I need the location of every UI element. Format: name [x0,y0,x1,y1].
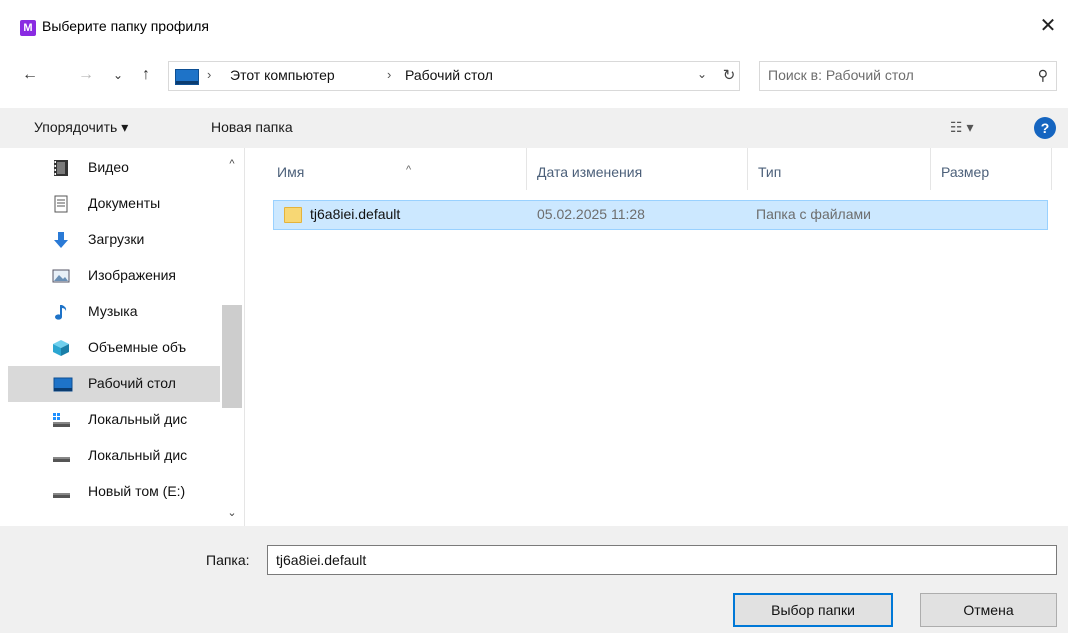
back-button[interactable]: ← [18,62,42,88]
sidebar-item-desktop[interactable]: Рабочий стол [8,366,220,402]
navigation-pane: Видео Документы Загрузки Изображения Муз… [0,148,245,526]
view-options-icon[interactable]: ☷ ▾ [950,119,973,136]
sidebar-item-new-volume-e[interactable]: Новый том (E:) [8,474,220,510]
file-date: 05.02.2025 11:28 [537,206,645,222]
sidebar-item-label: Локальный дис [88,411,188,427]
downloads-icon [54,232,68,248]
sidebar-item-label: Документы [88,195,161,211]
up-button[interactable]: ↑ [134,62,158,88]
music-icon [55,305,67,320]
column-header-label: Тип [758,164,782,180]
breadcrumb-desktop[interactable]: Рабочий стол [405,67,493,83]
search-box[interactable]: ⚲ [759,61,1057,91]
column-header-label: Дата изменения [537,164,643,180]
column-divider[interactable] [930,148,931,190]
sidebar-item-label: Рабочий стол [88,375,176,391]
column-header-type[interactable]: Тип [758,148,930,196]
app-icon: M [20,20,36,36]
desktop-icon [53,377,73,392]
search-icon[interactable]: ⚲ [1038,67,1048,84]
table-row[interactable]: tj6a8iei.default 05.02.2025 11:28 Папка … [273,200,1048,230]
column-header-label: Имя [277,164,305,180]
sidebar-item-label: Музыка [88,303,138,319]
sort-ascending-icon: ^ [406,164,412,176]
forward-button[interactable]: → [74,62,98,88]
sidebar-item-label: Объемные объ [88,339,187,355]
title-bar: M Выберите папку профиля ✕ [0,0,1068,52]
address-dropdown-icon[interactable]: ⌄ [697,67,707,81]
select-folder-button[interactable]: Выбор папки [733,593,893,627]
column-divider[interactable] [747,148,748,190]
navigation-bar: ← → ⌄ ↑ › Этот компьютер › Рабочий стол … [0,52,1068,98]
column-header-label: Размер [941,164,990,180]
sidebar-item-local-disk-d[interactable]: Локальный дис [8,438,220,474]
sidebar-item-pictures[interactable]: Изображения [8,258,220,294]
organize-button[interactable]: Упорядочить ▾ [34,119,128,136]
drive-icon [53,493,70,498]
sidebar-item-label: Загрузки [88,231,145,247]
computer-icon [175,69,199,85]
pictures-icon [52,269,70,283]
3d-objects-icon [53,340,69,356]
scrollbar-thumb[interactable] [222,305,242,408]
sidebar-item-label: Новый том (E:) [88,483,186,499]
folder-icon [284,207,302,223]
sidebar-item-label: Видео [88,159,129,175]
breadcrumb-separator: › [387,67,392,82]
sidebar-item-downloads[interactable]: Загрузки [8,222,220,258]
local-disk-icon [53,457,70,462]
file-list: ^ Имя Дата изменения Тип Размер tj6a8iei… [245,148,1068,526]
sidebar-item-local-disk-c[interactable]: Локальный дис [8,402,220,438]
footer-panel: Папка: Выбор папки Отмена [0,526,1068,633]
sidebar-item-video[interactable]: Видео [8,150,220,186]
file-type: Папка с файлами [756,206,871,222]
scroll-up-icon[interactable]: ^ [220,158,244,170]
scroll-down-icon[interactable]: ⌄ [220,506,244,519]
sidebar-item-label: Локальный дис [88,447,188,463]
sidebar-scrollbar[interactable]: ^ ⌄ [220,148,244,526]
search-input[interactable] [768,67,1018,83]
file-name: tj6a8iei.default [310,206,401,222]
column-header-size[interactable]: Размер [941,148,1051,196]
address-bar[interactable]: › Этот компьютер › Рабочий стол ⌄ ↻ [168,61,740,91]
folder-label: Папка: [206,552,250,568]
cancel-button[interactable]: Отмена [920,593,1057,627]
sidebar-item-music[interactable]: Музыка [8,294,220,330]
help-icon[interactable]: ? [1034,117,1056,139]
sidebar-item-documents[interactable]: Документы [8,186,220,222]
close-button[interactable]: ✕ [1028,8,1068,44]
command-bar: Упорядочить ▾ Новая папка ☷ ▾ ? [0,108,1068,148]
breadcrumb-this-pc[interactable]: Этот компьютер [230,67,335,83]
column-divider[interactable] [526,148,527,190]
sidebar-item-label: Изображения [88,267,176,283]
column-header-date[interactable]: Дата изменения [537,148,747,196]
column-divider[interactable] [1051,148,1052,190]
column-header-name[interactable]: ^ Имя [273,148,526,196]
local-disk-icon [53,413,70,427]
recent-locations-button[interactable]: ⌄ [106,62,130,88]
sidebar-item-3d-objects[interactable]: Объемные объ [8,330,220,366]
folder-field[interactable] [267,545,1057,575]
new-folder-button[interactable]: Новая папка [211,119,293,135]
documents-icon [54,195,68,213]
breadcrumb-separator: › [207,67,212,82]
refresh-icon[interactable]: ↻ [719,66,739,84]
window-title: Выберите папку профиля [42,18,209,34]
video-icon [54,160,68,176]
